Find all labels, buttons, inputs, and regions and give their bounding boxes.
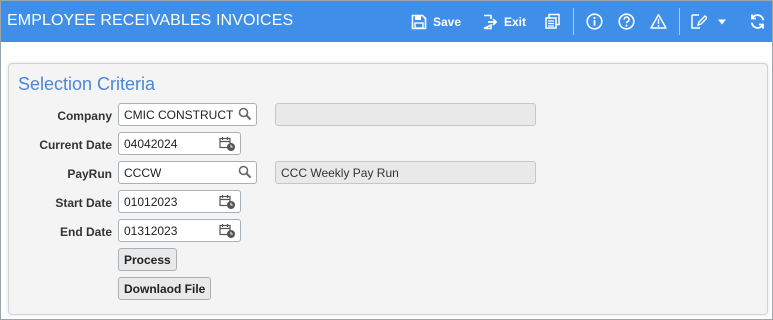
refresh-button[interactable]: [749, 1, 766, 42]
end-date-field[interactable]: 01312023: [118, 219, 241, 242]
toolbar-separator: [573, 8, 574, 35]
refresh-icon: [750, 14, 765, 29]
chevron-down-icon: [718, 19, 726, 24]
start-date-value: 01012023: [124, 195, 178, 209]
exit-button[interactable]: Exit: [482, 1, 526, 42]
edit-document-icon: [691, 14, 707, 29]
header-bar: EMPLOYEE RECEIVABLES INVOICES Save Exit: [1, 1, 772, 42]
save-label: Save: [433, 14, 462, 29]
stacked-documents-icon: [545, 13, 560, 29]
payrun-label: PayRun: [67, 167, 112, 181]
warning-icon: [650, 14, 667, 29]
payrun-value: CCCW: [124, 166, 162, 180]
warning-button[interactable]: [650, 1, 667, 42]
save-icon: [411, 14, 427, 29]
info-button[interactable]: [586, 1, 603, 42]
calendar-icon[interactable]: [219, 194, 236, 210]
reports-button[interactable]: [544, 1, 561, 42]
current-date-value: 04042024: [124, 137, 178, 151]
end-date-label: End Date: [59, 225, 112, 239]
save-button[interactable]: Save: [411, 1, 461, 42]
company-label: Company: [57, 109, 112, 123]
company-value: CMIC CONSTRUCT: [124, 108, 234, 122]
process-button[interactable]: Process: [118, 248, 177, 271]
calendar-icon[interactable]: [219, 223, 236, 239]
help-button[interactable]: [618, 1, 635, 42]
exit-icon: [483, 14, 498, 29]
current-date-field[interactable]: 04042024: [118, 132, 241, 155]
help-icon: [618, 13, 635, 30]
payrun-field[interactable]: CCCW: [118, 161, 257, 184]
calendar-icon[interactable]: [219, 136, 236, 152]
edit-menu-button[interactable]: [690, 1, 727, 42]
exit-label: Exit: [504, 14, 527, 29]
start-date-label: Start Date: [55, 196, 112, 210]
start-date-field[interactable]: 01012023: [118, 190, 241, 213]
company-field[interactable]: CMIC CONSTRUCT: [118, 103, 257, 126]
search-icon[interactable]: [238, 107, 252, 121]
company-description-field: [275, 103, 536, 126]
payrun-description-field: CCC Weekly Pay Run: [275, 161, 536, 184]
end-date-value: 01312023: [124, 224, 178, 238]
page-title: EMPLOYEE RECEIVABLES INVOICES: [7, 12, 294, 29]
search-icon[interactable]: [238, 165, 252, 179]
current-date-label: Current Date: [39, 138, 112, 152]
info-icon: [586, 13, 603, 30]
toolbar-separator: [679, 8, 680, 35]
download-file-button[interactable]: Downlaod File: [118, 277, 212, 300]
section-title: Selection Criteria: [18, 74, 156, 94]
